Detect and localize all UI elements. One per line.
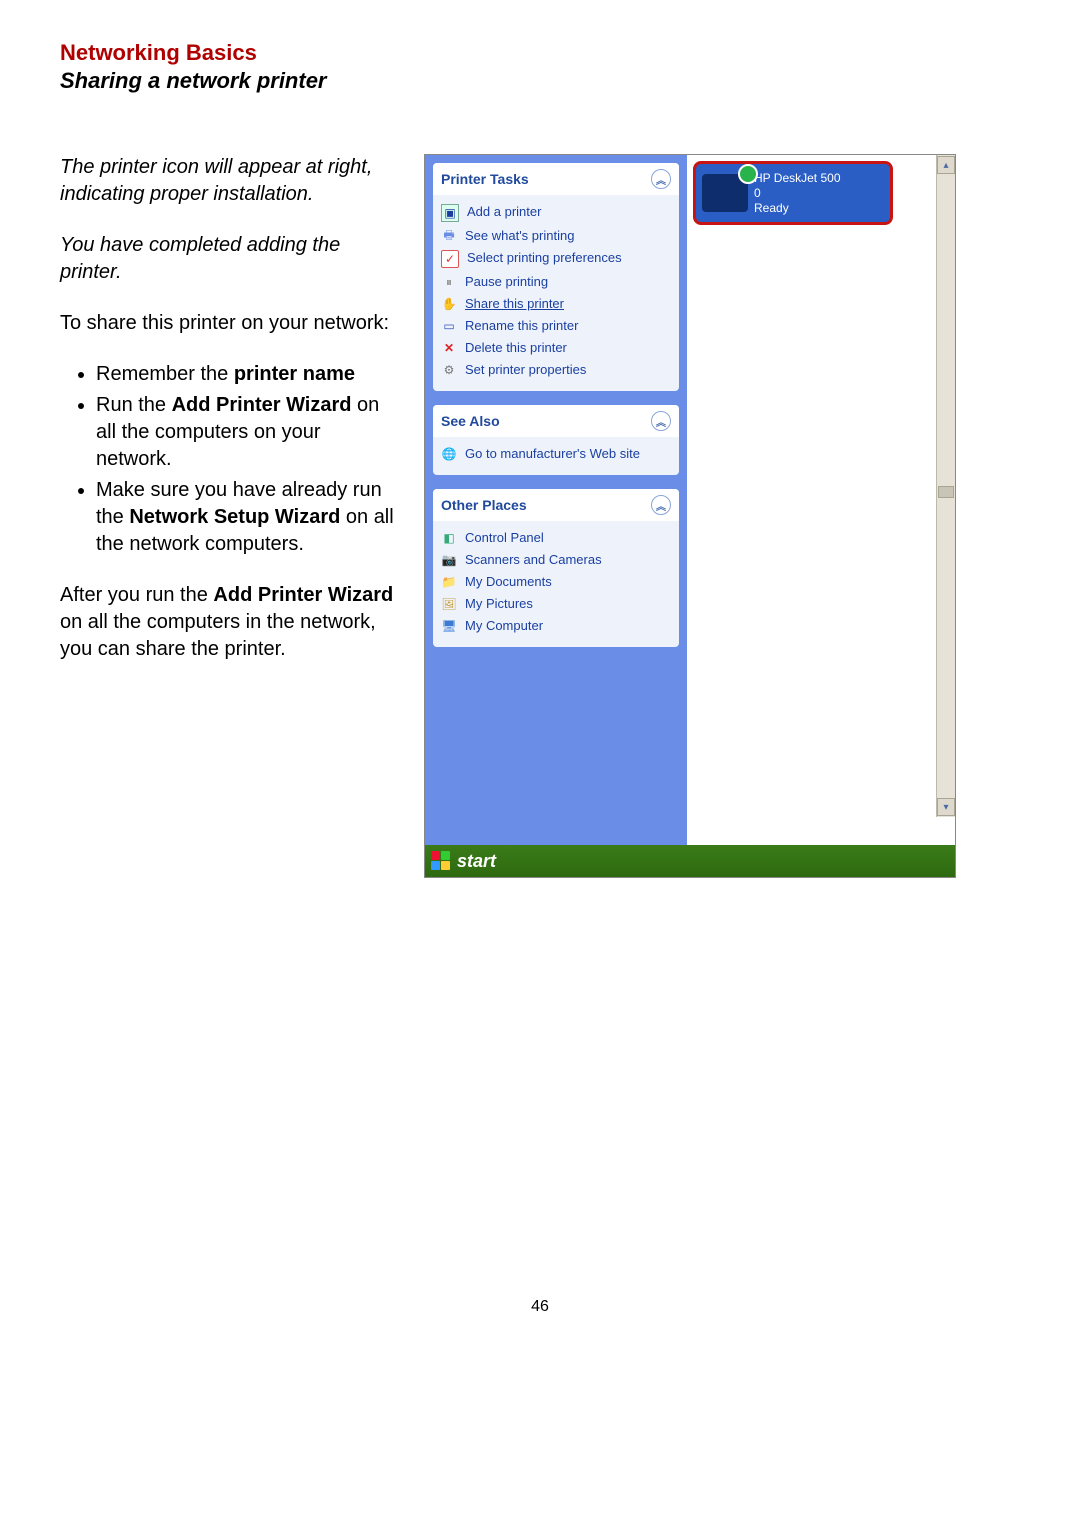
link-my-documents[interactable]: 📁My Documents [439,571,673,593]
scroll-thumb[interactable] [938,486,954,498]
heading-section: Sharing a network printer [60,68,1020,94]
computer-icon: 🖥 [441,618,457,634]
bullet-run-wizard: Run the Add Printer Wizard on all the co… [96,392,400,473]
task-rename[interactable]: ▭Rename this printer [439,315,673,337]
printer-item-selected[interactable]: HP DeskJet 500 0 Ready [693,161,893,225]
panel-printer-tasks: Printer Tasks ︽ ▣Add a printer 🖶See what… [433,163,679,391]
vertical-scrollbar[interactable]: ▴ ▾ [936,155,955,817]
camera-icon: 📷 [441,552,457,568]
share-bullet-list: Remember the printer name Run the Add Pr… [60,361,400,558]
rename-icon: ▭ [441,318,457,334]
add-printer-icon: ▣ [441,204,459,222]
windows-logo-icon [431,851,451,871]
printer-list-area[interactable]: HP DeskJet 500 0 Ready ▴ ▾ [687,155,955,845]
scroll-down-button[interactable]: ▾ [937,798,955,816]
paragraph-intro-2: You have completed adding the printer. [60,232,400,286]
task-add-printer[interactable]: ▣Add a printer [439,201,673,225]
task-delete[interactable]: ✕Delete this printer [439,337,673,359]
share-hand-icon: ✋ [441,296,457,312]
printer-icon: 🖶 [441,228,457,244]
bullet-network-setup: Make sure you have already run the Netwo… [96,477,400,558]
panel-header-printer-tasks[interactable]: Printer Tasks ︽ [433,163,679,195]
link-manufacturer-site[interactable]: 🌐Go to manufacturer's Web site [439,443,673,465]
paragraph-share-intro: To share this printer on your network: [60,310,400,337]
printer-doc-count: 0 [754,186,841,201]
panel-title: Printer Tasks [441,171,529,187]
printer-name-label: HP DeskJet 500 [754,171,841,186]
task-see-printing[interactable]: 🖶See what's printing [439,225,673,247]
link-my-pictures[interactable]: 🖼My Pictures [439,593,673,615]
start-taskbar[interactable]: start [425,845,955,877]
printer-status-label: Ready [754,201,841,216]
task-pause[interactable]: ⏸Pause printing [439,271,673,293]
printer-info-block: HP DeskJet 500 0 Ready [754,171,841,216]
collapse-icon[interactable]: ︽ [651,495,671,515]
panel-title: Other Places [441,497,527,513]
link-scanners-cameras[interactable]: 📷Scanners and Cameras [439,549,673,571]
pause-icon: ⏸ [441,274,457,290]
heading-chapter: Networking Basics [60,40,1020,66]
page-number: 46 [60,1298,1020,1316]
instruction-text-column: The printer icon will appear at right, i… [60,154,400,687]
screenshot-printers-window: Printer Tasks ︽ ▣Add a printer 🖶See what… [424,154,956,878]
printer-device-icon [702,174,748,212]
globe-icon: 🌐 [441,446,457,462]
control-panel-icon: ◧ [441,530,457,546]
link-control-panel[interactable]: ◧Control Panel [439,527,673,549]
checkmark-icon: ✓ [441,250,459,268]
panel-see-also: See Also ︽ 🌐Go to manufacturer's Web sit… [433,405,679,475]
delete-x-icon: ✕ [441,340,457,356]
collapse-icon[interactable]: ︽ [651,411,671,431]
panel-title: See Also [441,413,500,429]
task-preferences[interactable]: ✓Select printing preferences [439,247,673,271]
task-share[interactable]: ✋Share this printer [439,293,673,315]
collapse-icon[interactable]: ︽ [651,169,671,189]
panel-header-other-places[interactable]: Other Places ︽ [433,489,679,521]
properties-icon: ⚙ [441,362,457,378]
panel-other-places: Other Places ︽ ◧Control Panel 📷Scanners … [433,489,679,647]
start-button-label[interactable]: start [457,851,496,872]
folder-icon: 📁 [441,574,457,590]
task-properties[interactable]: ⚙Set printer properties [439,359,673,381]
paragraph-intro-1: The printer icon will appear at right, i… [60,154,400,208]
pictures-icon: 🖼 [441,596,457,612]
scroll-up-button[interactable]: ▴ [937,156,955,174]
link-my-computer[interactable]: 🖥My Computer [439,615,673,637]
bullet-remember: Remember the printer name [96,361,400,388]
paragraph-after: After you run the Add Printer Wizard on … [60,582,400,663]
xp-task-sidebar: Printer Tasks ︽ ▣Add a printer 🖶See what… [425,155,687,845]
panel-header-see-also[interactable]: See Also ︽ [433,405,679,437]
